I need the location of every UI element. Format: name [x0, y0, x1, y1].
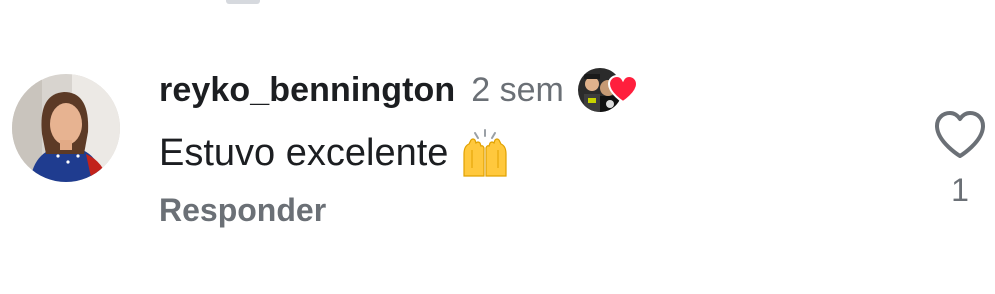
like-button[interactable] [933, 110, 987, 160]
heart-icon [607, 74, 638, 108]
comment-body: Estuvo excelente [159, 128, 510, 178]
reply-button[interactable]: Responder [159, 192, 326, 229]
comment-header: reyko_bennington 2 sem [159, 68, 642, 112]
previous-comment-edge [226, 0, 260, 4]
raising-hands-icon [460, 128, 510, 178]
avatar[interactable] [12, 74, 120, 182]
username[interactable]: reyko_bennington [159, 71, 455, 110]
like-count: 1 [951, 172, 969, 208]
comment-text: Estuvo excelente [159, 131, 449, 174]
heart-outline-icon [935, 111, 985, 158]
creator-liked-badge [577, 68, 642, 112]
timestamp: 2 sem [471, 70, 564, 109]
avatar-image [12, 74, 120, 182]
